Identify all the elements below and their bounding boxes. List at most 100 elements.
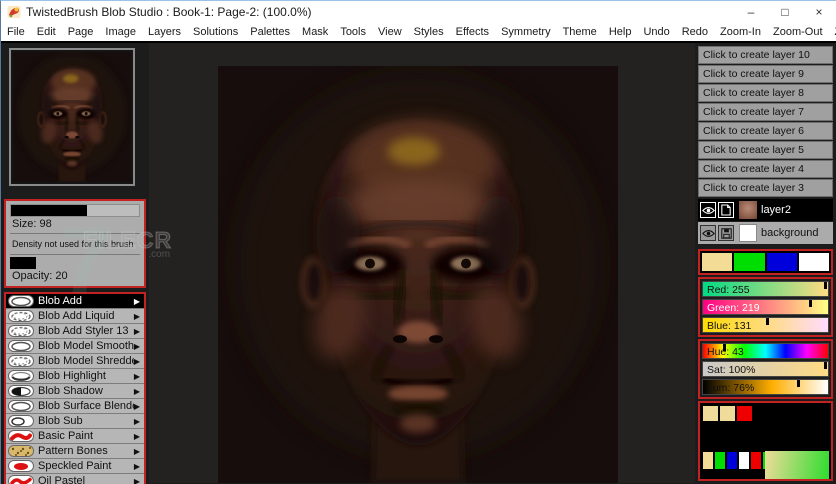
menu-item-symmetry[interactable]: Symmetry [495, 26, 557, 38]
brush-item-blob-add-liquid[interactable]: Blob Add Liquid ▶ [6, 309, 144, 324]
canvas-area[interactable] [149, 43, 695, 483]
menu-command-zoom-out[interactable]: Zoom-Out [767, 26, 829, 38]
layer-row-layer2[interactable]: layer2 [698, 199, 833, 221]
chevron-right-icon[interactable]: ▶ [134, 417, 144, 426]
mini-palette-swatch[interactable] [715, 452, 725, 469]
brush-item-blob-add-styler-13[interactable]: Blob Add Styler 13 ▶ [6, 324, 144, 339]
brush-item-oil-pastel[interactable]: Oil Pastel ▶ [6, 474, 144, 484]
menu-item-effects[interactable]: Effects [450, 26, 495, 38]
hue-slider[interactable]: Hue: 43 [702, 343, 829, 359]
menu-item-view[interactable]: View [372, 26, 408, 38]
create-layer-7-button[interactable]: Click to create layer 7 [698, 103, 833, 121]
close-button[interactable]: × [802, 1, 836, 23]
brush-item-blob-model-smoother[interactable]: Blob Model Smoother ▶ [6, 339, 144, 354]
chevron-right-icon[interactable]: ▶ [134, 477, 144, 484]
layer-thumbnail[interactable] [739, 201, 757, 219]
create-layer-10-button[interactable]: Click to create layer 10 [698, 46, 833, 64]
opacity-slider[interactable] [10, 257, 140, 269]
chevron-right-icon[interactable]: ▶ [134, 402, 144, 411]
brush-item-blob-model-shredder[interactable]: Blob Model Shredder ▶ [6, 354, 144, 369]
create-layer-4-button[interactable]: Click to create layer 4 [698, 160, 833, 178]
chevron-right-icon[interactable]: ▶ [134, 447, 144, 456]
page-thumbnail[interactable] [9, 48, 135, 186]
slider-marker[interactable] [823, 282, 827, 289]
palette-swatch[interactable] [720, 406, 735, 421]
create-layer-3-button[interactable]: Click to create layer 3 [698, 179, 833, 197]
menu-item-page[interactable]: Page [62, 26, 100, 38]
chevron-right-icon[interactable]: ▶ [134, 372, 144, 381]
page-icon[interactable] [718, 202, 734, 218]
blue-slider[interactable]: Blue: 131 [702, 317, 829, 333]
create-layer-5-button[interactable]: Click to create layer 5 [698, 141, 833, 159]
sat-slider[interactable]: Sat: 100% [702, 361, 829, 377]
brush-item-speckled-paint[interactable]: Speckled Paint ▶ [6, 459, 144, 474]
slider-marker[interactable] [797, 380, 800, 387]
menu-item-mask[interactable]: Mask [296, 26, 334, 38]
menu-command-redo[interactable]: Redo [676, 26, 714, 38]
brush-item-blob-add[interactable]: Blob Add ▶ [6, 294, 144, 309]
palette-swatch[interactable] [737, 406, 752, 421]
layer-thumbnail[interactable] [739, 224, 757, 242]
mini-palette-swatch[interactable] [751, 452, 761, 469]
brush-item-label: Pattern Bones [38, 445, 108, 457]
menu-command-zoom-in[interactable]: Zoom-In [714, 26, 767, 38]
menu-item-styles[interactable]: Styles [408, 26, 450, 38]
brush-item-basic-paint[interactable]: Basic Paint ▶ [6, 429, 144, 444]
green-slider[interactable]: Green: 219 [702, 299, 829, 315]
red-slider[interactable]: Red: 255 [702, 281, 829, 297]
eye-icon[interactable] [700, 225, 716, 241]
chevron-right-icon[interactable]: ▶ [134, 462, 144, 471]
maximize-button[interactable]: □ [768, 1, 802, 23]
menu-item-file[interactable]: File [1, 26, 31, 38]
brush-item-blob-surface-blender[interactable]: Blob Surface Blender ▶ [6, 399, 144, 414]
color-swatch[interactable] [702, 253, 733, 271]
chevron-right-icon[interactable]: ▶ [134, 387, 144, 396]
menu-item-layers[interactable]: Layers [142, 26, 187, 38]
brush-item-label: Blob Model Smoother [38, 340, 134, 352]
title-bar[interactable]: TwistedBrush Blob Studio : Book-1: Page-… [1, 1, 836, 23]
palette-swatch[interactable] [703, 406, 718, 421]
brush-item-pattern-bones[interactable]: Pattern Bones ▶ [6, 444, 144, 459]
slider-marker[interactable] [766, 318, 770, 325]
lum-slider[interactable]: Lum: 76% [702, 379, 829, 395]
brush-item-blob-highlight[interactable]: Blob Highlight ▶ [6, 369, 144, 384]
layer-row-background[interactable]: background [698, 222, 833, 244]
chevron-right-icon[interactable]: ▶ [134, 327, 144, 336]
menu-item-image[interactable]: Image [99, 26, 142, 38]
menu-item-help[interactable]: Help [603, 26, 638, 38]
create-layer-9-button[interactable]: Click to create layer 9 [698, 65, 833, 83]
chevron-right-icon[interactable]: ▶ [134, 297, 144, 306]
brush-item-blob-sub[interactable]: Blob Sub ▶ [6, 414, 144, 429]
chevron-right-icon[interactable]: ▶ [134, 432, 144, 441]
menu-command-zoom-1to1[interactable]: Zoom-1to1 [829, 26, 836, 38]
menu-item-tools[interactable]: Tools [334, 26, 372, 38]
create-layer-8-button[interactable]: Click to create layer 8 [698, 84, 833, 102]
slider-marker[interactable] [823, 362, 827, 369]
menu-item-solutions[interactable]: Solutions [187, 26, 244, 38]
brush-item-blob-shadow[interactable]: Blob Shadow ▶ [6, 384, 144, 399]
density-note: Density not used for this brush [12, 239, 134, 249]
paint-page[interactable] [218, 66, 618, 483]
menu-command-undo[interactable]: Undo [637, 26, 675, 38]
color-swatch[interactable] [798, 253, 829, 271]
menu-item-palettes[interactable]: Palettes [244, 26, 296, 38]
menu-item-theme[interactable]: Theme [557, 26, 603, 38]
color-swatch[interactable] [766, 253, 797, 271]
eye-icon[interactable] [700, 202, 716, 218]
mini-palette-swatch[interactable] [703, 452, 713, 469]
mini-palette-swatch[interactable] [727, 452, 737, 469]
mini-palette-swatch[interactable] [739, 452, 749, 469]
slider-marker[interactable] [809, 300, 813, 307]
create-layer-6-button[interactable]: Click to create layer 6 [698, 122, 833, 140]
disk-icon[interactable] [718, 225, 734, 241]
slider-label: Hue: 43 [707, 346, 744, 358]
color-gradient-box[interactable] [765, 451, 829, 479]
chevron-right-icon[interactable]: ▶ [134, 357, 144, 366]
menu-item-edit[interactable]: Edit [31, 26, 62, 38]
blob-sketch-icon [8, 325, 34, 337]
color-swatch[interactable] [734, 253, 765, 271]
chevron-right-icon[interactable]: ▶ [134, 342, 144, 351]
size-slider[interactable] [10, 204, 140, 217]
minimize-button[interactable]: – [734, 1, 768, 23]
chevron-right-icon[interactable]: ▶ [134, 312, 144, 321]
